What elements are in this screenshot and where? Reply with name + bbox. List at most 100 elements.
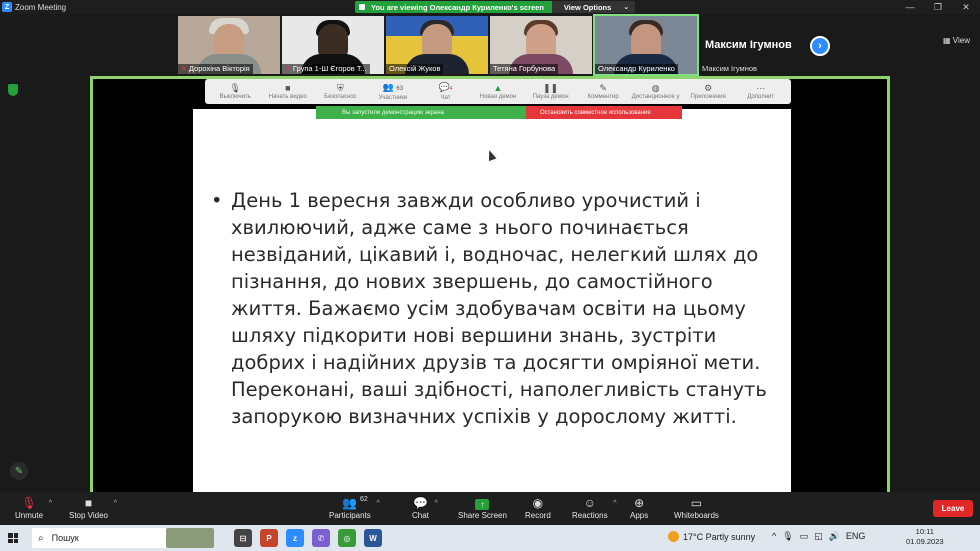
- stop-video-button[interactable]: ■ Stop Video ^: [69, 495, 117, 520]
- windows-start-icon[interactable]: [8, 533, 18, 543]
- camera-icon: ■: [285, 82, 291, 93]
- chevron-up-icon[interactable]: ^: [114, 500, 117, 507]
- view-button[interactable]: ▦ View: [943, 36, 970, 45]
- view-options-label: View Options: [563, 2, 612, 12]
- video-tile[interactable]: ✕ Група 1-Ш Єгоров Т...: [282, 16, 384, 74]
- presenter-mute: 🎙 Выключить: [209, 83, 262, 101]
- chevron-up-icon[interactable]: ^: [49, 500, 52, 507]
- presenter-video: ■ Начать видео: [262, 83, 315, 101]
- pen-icon: ✎: [599, 82, 607, 93]
- title-bar: Z Zoom Meeting You are viewing Олександр…: [0, 0, 980, 14]
- taskbar-clock[interactable]: 10:11 01.09.2023: [906, 527, 944, 547]
- volume-icon[interactable]: 🔊: [829, 531, 840, 542]
- share-status-text: You are viewing Олександр Куриленко's sc…: [371, 2, 544, 12]
- display-icon[interactable]: ▭: [800, 531, 809, 542]
- network-icon[interactable]: ◱: [814, 531, 823, 542]
- video-tile-active-speaker[interactable]: Олександр Куриленко: [593, 14, 699, 76]
- video-tile[interactable]: Тетяна Горбунова: [490, 16, 592, 74]
- chrome-icon[interactable]: ◎: [338, 529, 356, 547]
- shared-screen: • День 1 вересня завжди особливо урочист…: [90, 76, 890, 495]
- reactions-button[interactable]: ☺ Reactions ^: [572, 495, 617, 520]
- grid-icon: ▦: [943, 36, 953, 45]
- taskbar-apps: ⊟ P z ✆ ◎ W: [234, 529, 382, 547]
- participant-name: Максим Ігумнов: [702, 64, 757, 73]
- zoom-app-icon[interactable]: z: [286, 529, 304, 547]
- weather-sun-icon: [668, 531, 679, 542]
- task-view-icon[interactable]: ⊟: [234, 529, 252, 547]
- restore-icon[interactable]: ❐: [924, 0, 952, 14]
- chevron-up-icon[interactable]: ^: [377, 500, 380, 507]
- presenter-pause-share: ❚❚ Пауза демон: [524, 83, 577, 101]
- whiteboards-label: Whiteboards: [674, 511, 719, 520]
- participant-name: ✕ Група 1-Ш Єгоров Т...: [282, 64, 370, 74]
- participants-button[interactable]: 👥 62 Participants ^: [329, 495, 380, 520]
- security-shield-icon: [8, 84, 18, 96]
- record-button[interactable]: ◉ Record: [525, 495, 551, 520]
- participants-count: 62: [360, 496, 368, 503]
- view-options-button[interactable]: View Options ⌄: [551, 1, 636, 13]
- microphone-icon: 🎙: [229, 82, 241, 93]
- window-controls: — ❐ ✕: [896, 0, 980, 14]
- next-page-button[interactable]: ›: [810, 36, 830, 56]
- window-title: Zoom Meeting: [15, 2, 67, 12]
- video-tile[interactable]: Олексій Жуков: [386, 16, 488, 74]
- viber-icon[interactable]: ✆: [312, 529, 330, 547]
- chevron-up-icon[interactable]: ^: [613, 500, 616, 507]
- chat-icon: 💬: [412, 496, 428, 510]
- slide-bullet: •: [211, 189, 223, 212]
- presenter-chat: 💬4 Чат: [419, 82, 472, 102]
- smiley-icon: ☺: [583, 496, 596, 510]
- system-tray: ^ 🎙 ▭ ◱ 🔊 ENG: [772, 531, 865, 542]
- search-highlight-image: [166, 528, 214, 548]
- featured-participant-name: Максим Ігумнов: [705, 39, 792, 51]
- whiteboard-icon: ▭: [690, 496, 703, 510]
- presenter-new-share: ▲ Новая демон: [472, 83, 525, 101]
- share-screen-label: Share Screen: [458, 511, 507, 520]
- mic-muted-icon: ✕: [181, 66, 187, 73]
- participant-name: ✕ Дорохіна Вікторія: [178, 64, 253, 74]
- clock-time: 10:11: [915, 527, 934, 536]
- weather-widget[interactable]: 17°C Partly sunny: [668, 531, 755, 542]
- microphone-muted-icon: 🎙: [21, 496, 37, 510]
- chevron-down-icon: ⌄: [623, 4, 630, 11]
- presenter-toolbar: 🎙 Выключить ■ Начать видео ⛨ Безопаснос 👥 6…: [205, 79, 791, 104]
- leave-button[interactable]: Leave: [933, 500, 973, 517]
- presenter-more: ··· Дополнит: [734, 83, 787, 101]
- presentation-slide: • День 1 вересня завжди особливо урочист…: [193, 109, 791, 495]
- share-icon: ▲: [493, 82, 503, 93]
- minimize-icon[interactable]: —: [896, 0, 924, 14]
- shield-icon: ⛨: [336, 82, 344, 93]
- powerpoint-icon[interactable]: P: [260, 529, 278, 547]
- clock-date: 01.09.2023: [906, 537, 944, 546]
- mouse-icon: ◍: [651, 82, 660, 93]
- presenter-share-bar: Вы запустили демонстрацию экрана Останов…: [316, 106, 682, 119]
- video-tile[interactable]: ✕ Дорохіна Вікторія: [178, 16, 280, 74]
- presenter-participants: 👥 63 Участники: [367, 82, 420, 102]
- people-icon: 👥 63: [382, 81, 404, 92]
- unmute-button[interactable]: 🎙 Unmute ^: [15, 495, 52, 520]
- close-icon[interactable]: ✕: [952, 0, 980, 14]
- participant-strip: ✕ Дорохіна Вікторія ✕ Група 1-Ш Єгоров Т..…: [0, 14, 980, 76]
- apps-icon: ⚙: [704, 82, 713, 93]
- unmute-label: Unmute: [15, 511, 44, 520]
- share-banner: You are viewing Олександр Куриленко's sc…: [355, 1, 636, 13]
- share-screen-button[interactable]: ↑ Share Screen: [458, 495, 507, 520]
- stop-video-label: Stop Video: [69, 511, 108, 520]
- microphone-icon[interactable]: 🎙: [782, 531, 793, 542]
- presenter-annotate: ✎ Комментир: [577, 83, 630, 101]
- chevron-right-icon: ›: [818, 40, 822, 52]
- chevron-up-icon[interactable]: ^: [435, 500, 438, 507]
- apps-icon: ⊕: [634, 496, 645, 510]
- apps-button[interactable]: ⊕ Apps: [630, 495, 648, 520]
- chevron-up-icon[interactable]: ^: [772, 531, 776, 542]
- chat-button[interactable]: 💬 Chat ^: [412, 495, 438, 520]
- slide-paragraph: День 1 вересня завжди особливо урочистий…: [231, 189, 767, 428]
- word-icon[interactable]: W: [364, 529, 382, 547]
- participant-name: Олександр Куриленко: [595, 64, 678, 74]
- whiteboards-button[interactable]: ▭ Whiteboards: [674, 495, 719, 520]
- language-indicator[interactable]: ENG: [846, 531, 866, 542]
- stop-share-notice: Остановить совместное использование: [526, 106, 682, 119]
- annotate-pencil-icon[interactable]: ✎: [10, 462, 28, 480]
- search-placeholder: Пошук: [51, 533, 79, 543]
- record-icon: ◉: [532, 496, 544, 510]
